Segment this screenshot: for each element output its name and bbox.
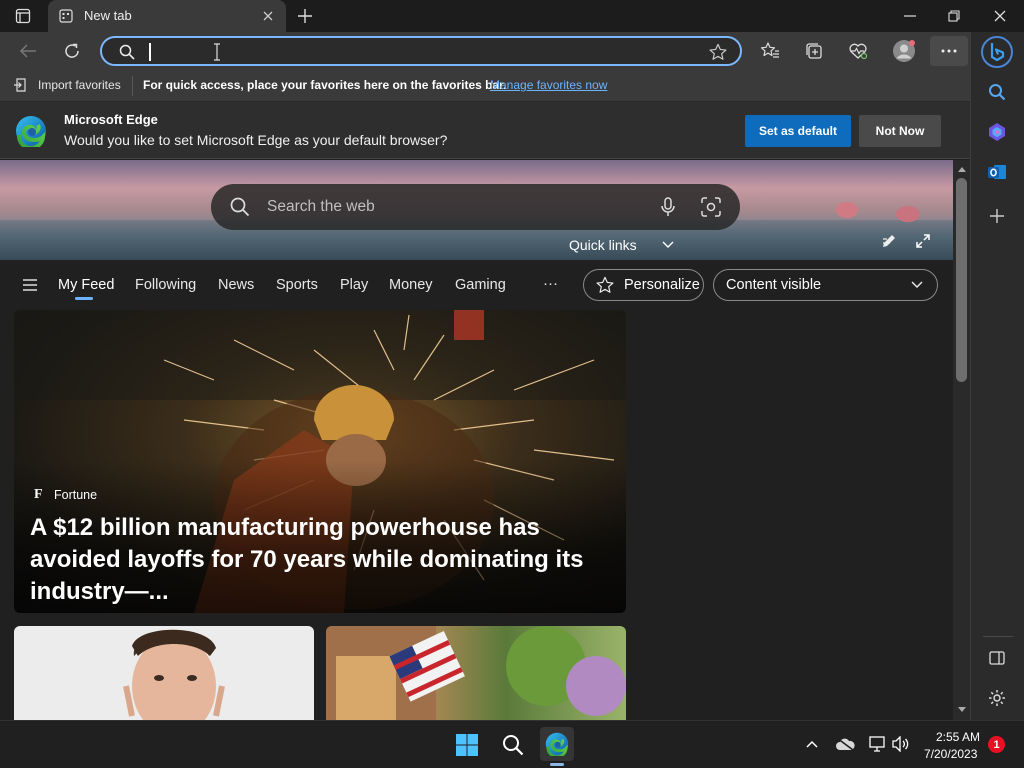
feed-tab-gaming[interactable]: Gaming: [455, 277, 506, 293]
import-favorites-button[interactable]: Import favorites: [38, 78, 121, 92]
page-scrollbar[interactable]: [953, 160, 970, 720]
edge-logo-icon: [14, 114, 48, 148]
feed-tab-following[interactable]: Following: [135, 277, 196, 293]
edge-sidebar: [970, 32, 1024, 720]
clock-date[interactable]: 7/20/2023: [924, 747, 977, 761]
active-tab-indicator: [75, 297, 93, 300]
favorites-icon[interactable]: [758, 40, 782, 62]
page-settings-icon[interactable]: [880, 232, 898, 250]
outlook-icon[interactable]: [985, 160, 1009, 184]
close-button[interactable]: [986, 4, 1014, 28]
scrollbar-thumb[interactable]: [956, 178, 967, 382]
ibeam-cursor-icon: [212, 42, 222, 62]
not-now-button[interactable]: Not Now: [859, 115, 941, 147]
feed-tab-play[interactable]: Play: [340, 277, 368, 293]
man-portrait-image: [123, 629, 225, 720]
minimize-button[interactable]: [896, 4, 924, 28]
expand-icon[interactable]: [914, 232, 932, 250]
personalize-button[interactable]: Personalize: [583, 269, 704, 301]
flag-house-image: [326, 626, 626, 720]
news-card-man-image[interactable]: [14, 626, 314, 720]
quick-links-toggle[interactable]: Quick links: [569, 237, 637, 253]
taskbar-edge-icon[interactable]: [540, 727, 574, 761]
browser-essentials-icon[interactable]: [846, 40, 870, 62]
sidebar-search-icon[interactable]: [985, 80, 1009, 104]
show-hidden-icons-chevron-icon[interactable]: [804, 737, 820, 751]
content-visibility-dropdown[interactable]: Content visible: [713, 269, 938, 301]
scroll-down-arrow-icon[interactable]: [956, 704, 967, 714]
default-browser-infobar: Microsoft Edge Would you like to set Mic…: [0, 102, 970, 159]
personalize-label: Personalize: [624, 277, 700, 293]
sidebar-add-icon[interactable]: [985, 204, 1009, 228]
restore-button[interactable]: [940, 4, 968, 28]
article-headline[interactable]: A $12 billion manufacturing powerhouse h…: [30, 512, 620, 608]
news-card-flag-image[interactable]: [326, 626, 626, 720]
web-search-placeholder: Search the web: [267, 198, 375, 215]
onedrive-offline-icon[interactable]: [834, 735, 856, 753]
refresh-icon[interactable]: [60, 40, 84, 62]
web-search-icon: [229, 196, 251, 218]
bing-chat-icon[interactable]: [981, 36, 1013, 68]
windows-start-icon[interactable]: [452, 731, 482, 759]
taskbar-search-icon[interactable]: [498, 731, 528, 759]
favorite-star-icon[interactable]: [708, 42, 728, 62]
notification-badge[interactable]: 1: [988, 736, 1005, 753]
hamburger-menu-icon[interactable]: [20, 276, 40, 294]
browser-toolbar: [0, 32, 1024, 70]
new-tab-plus-icon[interactable]: [294, 6, 316, 26]
sidebar-divider: [983, 636, 1013, 637]
favorites-bar: Import favorites For quick access, place…: [0, 70, 970, 102]
address-bar[interactable]: [100, 36, 742, 66]
clock-time[interactable]: 2:55 AM: [936, 730, 980, 744]
infobar-message: Would you like to set Microsoft Edge as …: [64, 132, 448, 148]
feed-navigation: My Feed Following News Sports Play Money…: [0, 260, 953, 310]
hide-sidebar-icon[interactable]: [985, 646, 1009, 670]
infobar-title: Microsoft Edge: [64, 112, 158, 127]
feed-more-button[interactable]: ···: [543, 275, 558, 292]
tab-title: New tab: [84, 8, 132, 23]
personalize-star-icon: [596, 276, 614, 294]
newtab-page-icon: [58, 8, 74, 24]
profile-avatar[interactable]: [890, 38, 918, 64]
chevron-down-icon[interactable]: [660, 238, 676, 252]
volume-icon[interactable]: [890, 735, 912, 753]
visual-search-icon[interactable]: [700, 196, 722, 218]
title-bar: New tab: [0, 0, 1024, 32]
tab-close-icon[interactable]: [260, 8, 276, 24]
flamingo-image: [896, 206, 920, 222]
windows-taskbar: 2:55 AM 7/20/2023 1: [0, 720, 1024, 768]
tab-new-tab[interactable]: New tab: [48, 0, 286, 32]
feed-tab-money[interactable]: Money: [389, 277, 433, 293]
favorites-bar-hint: For quick access, place your favorites h…: [143, 78, 507, 92]
tab-actions-icon[interactable]: [12, 6, 34, 26]
microphone-icon[interactable]: [657, 196, 679, 218]
flamingo-image: [836, 202, 858, 218]
text-caret: [149, 43, 151, 61]
search-icon: [118, 43, 136, 61]
dropdown-chevron-icon: [910, 279, 924, 291]
featured-news-card[interactable]: F Fortune A $12 billion manufacturing po…: [14, 310, 626, 613]
feed-tab-news[interactable]: News: [218, 277, 254, 293]
new-tab-page: Search the web Quick links My Feed Follo…: [0, 160, 953, 720]
active-app-indicator: [550, 763, 564, 766]
sidebar-settings-gear-icon[interactable]: [985, 686, 1009, 710]
settings-more-icon[interactable]: [930, 36, 968, 66]
set-as-default-button[interactable]: Set as default: [745, 115, 851, 147]
feed-tab-sports[interactable]: Sports: [276, 277, 318, 293]
content-visibility-value: Content visible: [726, 277, 822, 293]
collections-icon[interactable]: [802, 40, 826, 62]
scroll-up-arrow-icon[interactable]: [956, 164, 967, 174]
manage-favorites-link[interactable]: Manage favorites now: [490, 78, 607, 92]
copilot-discover-icon[interactable]: [985, 120, 1009, 144]
network-icon[interactable]: [866, 735, 888, 753]
back-arrow-icon[interactable]: [16, 40, 40, 62]
source-logo: F: [34, 487, 43, 502]
feed-tab-my-feed[interactable]: My Feed: [58, 277, 114, 293]
favbar-divider: [132, 76, 133, 96]
article-source: Fortune: [54, 488, 98, 502]
web-search-box[interactable]: Search the web: [211, 184, 740, 230]
import-favorites-icon[interactable]: [12, 76, 30, 94]
